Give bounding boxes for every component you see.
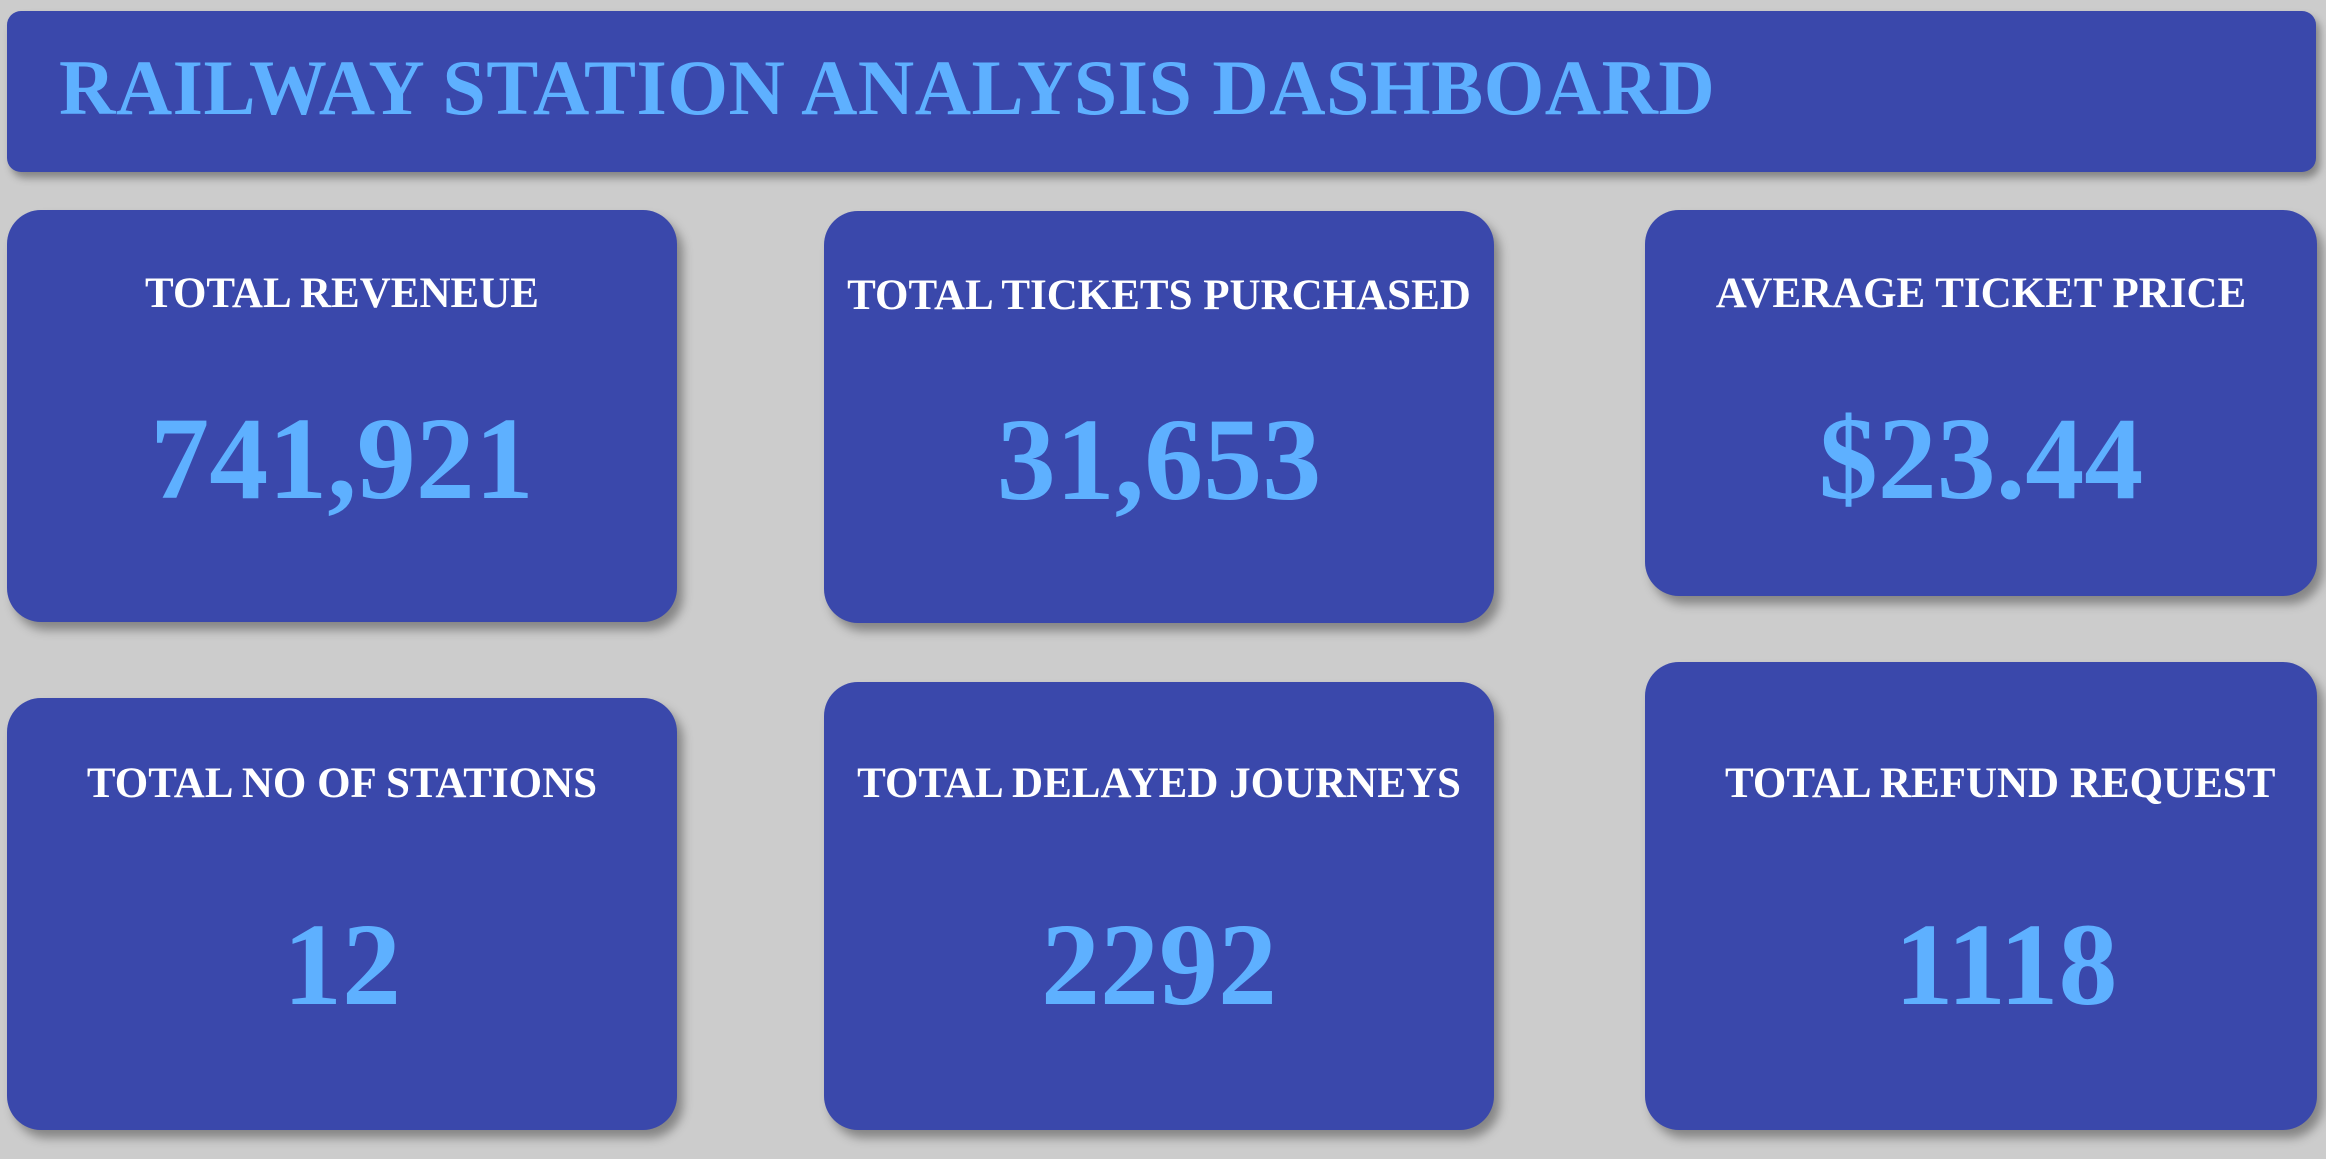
kpi-label: TOTAL NO OF STATIONS [86, 760, 598, 807]
kpi-card-total-refund-request: TOTAL REFUND REQUEST 1118 [1645, 662, 2317, 1130]
kpi-value: 741,921 [150, 393, 534, 524]
kpi-label: TOTAL REFUND REQUEST [1725, 760, 2276, 807]
kpi-label: TOTAL TICKETS PURCHASED [847, 272, 1471, 319]
kpi-card-total-tickets-purchased: TOTAL TICKETS PURCHASED 31,653 [824, 211, 1494, 623]
kpi-card-average-ticket-price: AVERAGE TICKET PRICE $23.44 [1645, 210, 2317, 596]
page-title: RAILWAY STATION ANALYSIS DASHBOARD [59, 44, 1716, 131]
kpi-value: 1118 [1894, 899, 2118, 1030]
kpi-value: $23.44 [1818, 393, 2144, 524]
dashboard-header: RAILWAY STATION ANALYSIS DASHBOARD [7, 11, 2316, 172]
kpi-label: AVERAGE TICKET PRICE [1715, 270, 2247, 317]
kpi-card-total-delayed-journeys: TOTAL DELAYED JOURNEYS 2292 [824, 682, 1494, 1130]
kpi-card-total-revenue: TOTAL REVENEUE 741,921 [7, 210, 677, 622]
kpi-card-total-stations: TOTAL NO OF STATIONS 12 [7, 698, 677, 1130]
kpi-value: 31,653 [996, 394, 1322, 525]
kpi-value: 12 [283, 899, 401, 1030]
kpi-value: 2292 [1041, 899, 1277, 1030]
kpi-label: TOTAL REVENEUE [145, 270, 539, 317]
kpi-label: TOTAL DELAYED JOURNEYS [857, 760, 1461, 807]
